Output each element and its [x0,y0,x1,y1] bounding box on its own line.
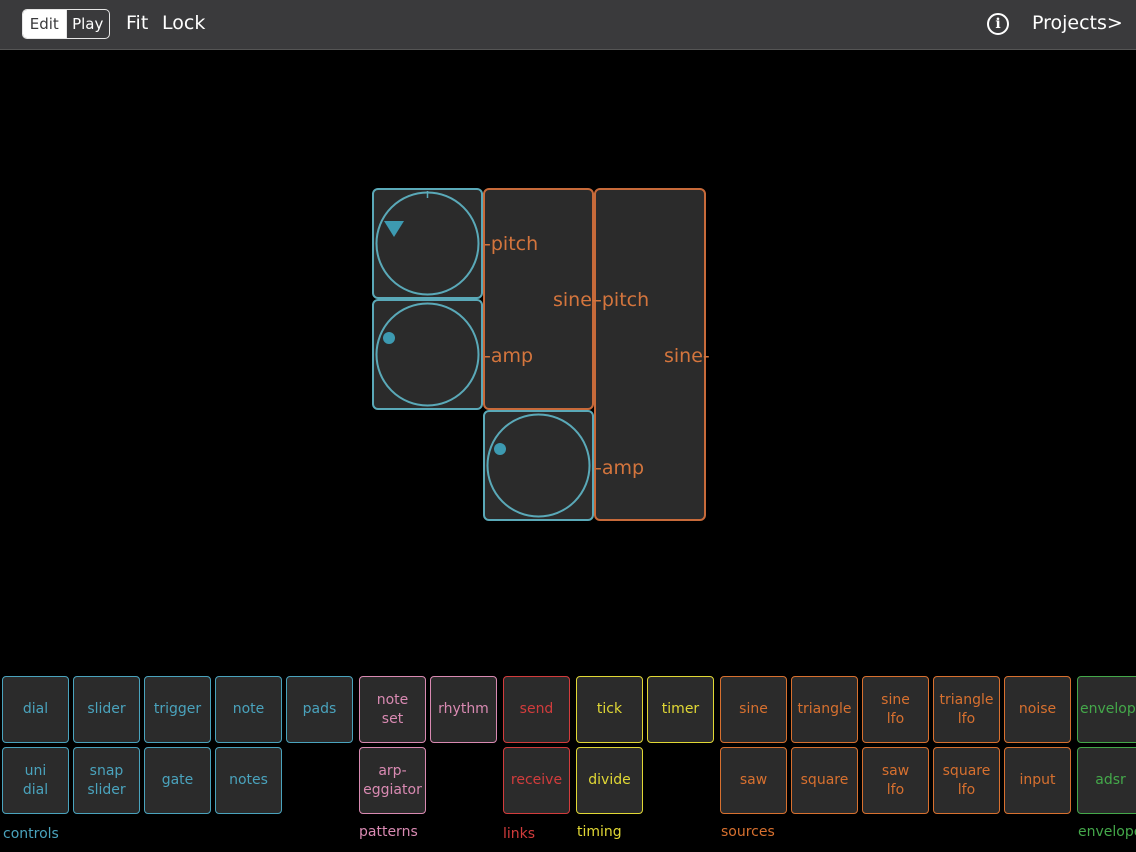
port-label: amp [490,345,534,367]
port-label: pitch [490,233,539,255]
mode-segmented-control: Edit Play [22,9,110,39]
play-mode-button[interactable]: Play [65,10,110,38]
port-label: amp [601,457,645,479]
palette-item-notes[interactable]: notes [215,747,282,814]
port-sine-out-2[interactable]: sine- [664,345,710,367]
lock-button[interactable]: Lock [162,12,205,34]
palette-item-triangle[interactable]: triangle [791,676,858,743]
palette-item-send[interactable]: send [503,676,570,743]
palette-item-dial[interactable]: dial [2,676,69,743]
port-label: pitch [601,289,650,311]
palette-item-note-set[interactable]: note set [359,676,426,743]
port-sine-out-1[interactable]: sine- [553,289,599,311]
palette-item-adsr[interactable]: adsr [1077,747,1136,814]
port-pitch-in-2[interactable]: -pitch [595,289,649,311]
dial-module-amp-2[interactable] [483,410,594,521]
toolbar: Edit Play Fit Lock i Projects> [0,0,1136,50]
dial-indicator-icon [494,443,506,455]
palette-item-saw-lfo[interactable]: saw lfo [862,747,929,814]
palette-item-sine-lfo[interactable]: sine lfo [862,676,929,743]
palette-item-gate[interactable]: gate [144,747,211,814]
palette-item-input[interactable]: input [1004,747,1071,814]
dial-module-amp[interactable] [372,299,483,410]
palette-item-uni-dial[interactable]: uni dial [2,747,69,814]
dial-knob[interactable] [374,301,481,408]
category-label-timing: timing [577,824,622,840]
palette-envelopes-clip: envelope adsr envelope [1077,670,1136,852]
palette-item-trigger[interactable]: trigger [144,676,211,743]
port-amp-in[interactable]: -amp [484,345,533,367]
category-label-patterns: patterns [359,824,418,840]
palette-item-triangle-lfo[interactable]: triangle lfo [933,676,1000,743]
palette-item-noise[interactable]: noise [1004,676,1071,743]
port-amp-in-2[interactable]: -amp [595,457,644,479]
palette-item-slider[interactable]: slider [73,676,140,743]
edit-mode-button[interactable]: Edit [23,10,66,38]
category-label-sources: sources [721,824,775,840]
port-pitch-in[interactable]: -pitch [484,233,538,255]
dial-indicator-icon [384,221,404,237]
category-label-controls: controls [3,826,59,842]
dial-indicator-icon [383,332,395,344]
palette-item-saw[interactable]: saw [720,747,787,814]
port-label: sine [664,345,703,367]
palette-item-snap-slider[interactable]: snap slider [73,747,140,814]
dial-module-pitch[interactable] [372,188,483,299]
palette-item-tick[interactable]: tick [576,676,643,743]
port-label: sine [553,289,592,311]
palette-item-rhythm[interactable]: rhythm [430,676,497,743]
palette-item-sine[interactable]: sine [720,676,787,743]
palette-item-timer[interactable]: timer [647,676,714,743]
dial-knob[interactable] [485,412,592,519]
fit-button[interactable]: Fit [126,12,148,34]
category-label-links: links [503,826,536,842]
palette-item-square-lfo[interactable]: square lfo [933,747,1000,814]
dial-knob[interactable] [374,190,481,297]
palette-item-square[interactable]: square [791,747,858,814]
palette-item-arpeggiator[interactable]: arp- eggiator [359,747,426,814]
category-label-envelopes: envelope [1078,824,1136,840]
palette-item-pads[interactable]: pads [286,676,353,743]
info-icon[interactable]: i [987,13,1009,35]
palette-item-note[interactable]: note [215,676,282,743]
palette-item-divide[interactable]: divide [576,747,643,814]
palette-item-envelope[interactable]: envelope [1077,676,1136,743]
palette-item-receive[interactable]: receive [503,747,570,814]
projects-button[interactable]: Projects> [1032,12,1123,34]
